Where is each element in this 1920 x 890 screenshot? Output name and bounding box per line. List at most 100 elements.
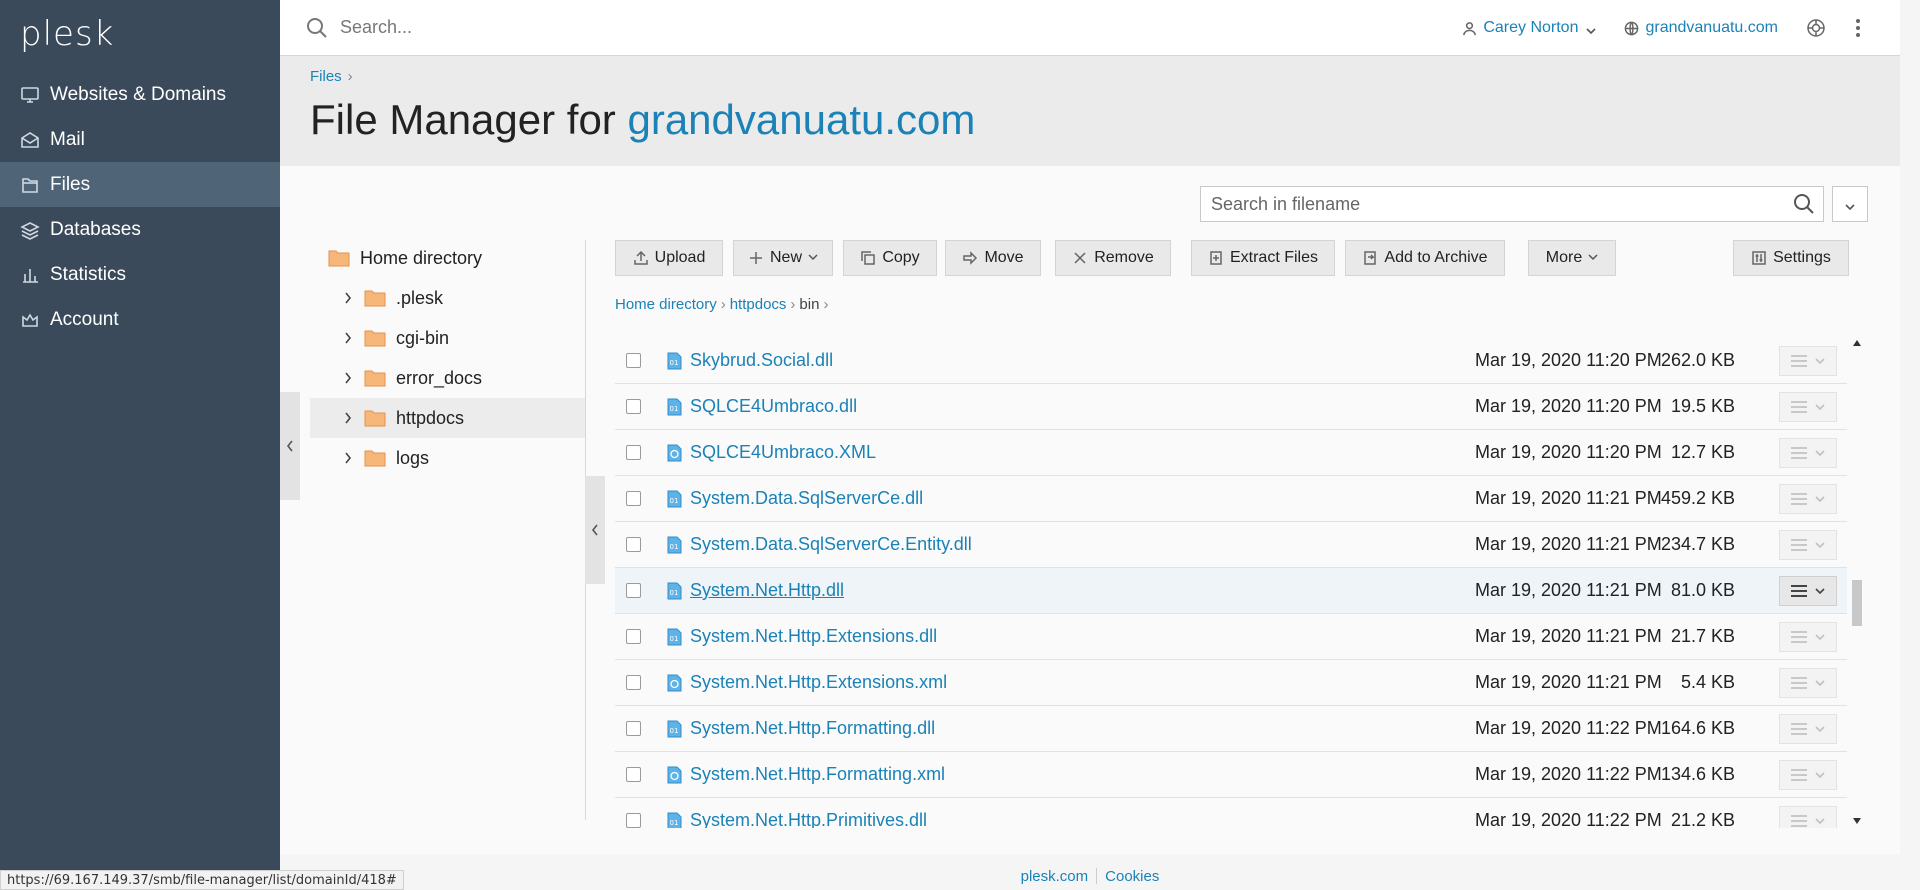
scrollbar-thumb[interactable]	[1852, 580, 1862, 626]
search-options-toggle[interactable]	[1832, 186, 1868, 222]
help-icon[interactable]	[1806, 18, 1826, 38]
row-actions-menu[interactable]	[1779, 667, 1837, 698]
table-row[interactable]: 01 System.Net.Http.Formatting.dll Mar 19, …	[615, 706, 1847, 752]
row-checkbox[interactable]	[626, 537, 641, 552]
row-actions-menu[interactable]	[1779, 437, 1837, 468]
chevron-right-icon[interactable]	[340, 290, 356, 306]
plesk-com-link[interactable]: plesk.com	[1021, 868, 1089, 885]
row-actions-menu[interactable]	[1779, 483, 1837, 514]
table-row[interactable]: 01 System.Data.SqlServerCe.Entity.dll Mar …	[615, 522, 1847, 568]
move-button[interactable]: Move	[945, 240, 1041, 276]
tree-item-home[interactable]: Home directory	[310, 238, 585, 278]
tree-item-cgi-bin[interactable]: cgi-bin	[310, 318, 585, 358]
footer-divider	[1096, 868, 1098, 884]
row-actions-menu[interactable]	[1779, 391, 1837, 422]
tree-item-logs[interactable]: logs	[310, 438, 585, 478]
more-button[interactable]: More	[1528, 240, 1616, 276]
row-checkbox[interactable]	[626, 721, 641, 736]
hamburger-icon	[1791, 400, 1807, 413]
scroll-up-arrow-icon[interactable]	[1853, 340, 1861, 346]
file-name-link[interactable]: System.Data.SqlServerCe.dll	[690, 488, 923, 509]
chevron-right-icon[interactable]	[340, 410, 356, 426]
file-name-link[interactable]: System.Data.SqlServerCe.Entity.dll	[690, 534, 972, 555]
directory-tree: Home directory .plesk cgi-bin error_docs…	[310, 238, 585, 478]
add-to-archive-button[interactable]: Add to Archive	[1345, 240, 1505, 276]
table-row[interactable]: 01 Skybrud.Social.dll Mar 19, 2020 11:20 P…	[615, 338, 1847, 384]
row-actions-menu[interactable]	[1779, 805, 1837, 828]
table-row[interactable]: SQLCE4Umbraco.XML Mar 19, 2020 11:20 PM 12…	[615, 430, 1847, 476]
path-httpdocs-link[interactable]: httpdocs	[730, 296, 787, 313]
file-name-link[interactable]: Skybrud.Social.dll	[690, 350, 833, 371]
archive-label: Add to Archive	[1384, 249, 1488, 266]
row-checkbox[interactable]	[626, 629, 641, 644]
file-name-link[interactable]: System.Net.Http.Extensions.dll	[690, 626, 937, 647]
file-name-link[interactable]: System.Net.Http.Extensions.xml	[690, 672, 947, 693]
tree-item-plesk[interactable]: .plesk	[310, 278, 585, 318]
row-checkbox[interactable]	[626, 813, 641, 828]
domain-link[interactable]: grandvanuatu.com	[1624, 19, 1778, 37]
row-actions-menu[interactable]	[1779, 759, 1837, 790]
table-row[interactable]: 01 System.Net.Http.Primitives.dll Mar 19, …	[615, 798, 1847, 828]
chevron-down-icon	[1815, 403, 1825, 410]
scroll-down-arrow-icon[interactable]	[1853, 818, 1861, 824]
chevron-right-icon[interactable]	[340, 450, 356, 466]
file-size: 234.7 KB	[1660, 534, 1735, 554]
chevron-down-icon	[1586, 23, 1597, 35]
table-row[interactable]: 01 System.Data.SqlServerCe.dll Mar 19, 202…	[615, 476, 1847, 522]
row-checkbox[interactable]	[626, 399, 641, 414]
breadcrumb-files-link[interactable]: Files	[310, 68, 342, 85]
filename-search-input[interactable]	[1201, 193, 1793, 215]
file-name-link[interactable]: System.Net.Http.Formatting.dll	[690, 718, 935, 739]
row-actions-menu[interactable]	[1779, 713, 1837, 744]
file-name-link[interactable]: System.Net.Http.Primitives.dll	[690, 810, 927, 828]
file-name-link[interactable]: SQLCE4Umbraco.XML	[690, 442, 876, 463]
sidebar-item-mail[interactable]: Mail	[0, 117, 280, 162]
search-icon[interactable]	[1793, 193, 1815, 215]
global-search-input[interactable]	[340, 17, 1040, 38]
cookies-link[interactable]: Cookies	[1105, 868, 1159, 885]
tree-item-httpdocs[interactable]: httpdocs	[310, 398, 585, 438]
row-checkbox[interactable]	[626, 353, 641, 368]
table-row[interactable]: 01 System.Net.Http.Extensions.dll Mar 19, …	[615, 614, 1847, 660]
user-menu[interactable]: Carey Norton	[1462, 19, 1597, 37]
sidebar-item-databases[interactable]: Databases	[0, 207, 280, 252]
file-name-link[interactable]: SQLCE4Umbraco.dll	[690, 396, 857, 417]
new-button[interactable]: New	[733, 240, 833, 276]
row-checkbox[interactable]	[626, 491, 641, 506]
path-home-link[interactable]: Home directory	[615, 296, 717, 313]
more-options-icon[interactable]	[1856, 19, 1860, 37]
file-list-scrollbar[interactable]	[1850, 336, 1864, 826]
row-actions-menu[interactable]	[1779, 621, 1837, 652]
sidebar-collapse-handle[interactable]	[280, 392, 300, 500]
sidebar-item-statistics[interactable]: Statistics	[0, 252, 280, 297]
table-row[interactable]: System.Net.Http.Extensions.xml Mar 19, 20…	[615, 660, 1847, 706]
row-checkbox[interactable]	[626, 675, 641, 690]
table-row[interactable]: 01 System.Net.Http.dll Mar 19, 2020 11:21 …	[615, 568, 1847, 614]
row-actions-menu[interactable]	[1779, 575, 1837, 606]
remove-button[interactable]: Remove	[1055, 240, 1171, 276]
tree-collapse-handle[interactable]	[585, 476, 605, 584]
page-title: File Manager for grandvanuatu.com	[310, 96, 975, 144]
sidebar-item-websites-domains[interactable]: Websites & Domains	[0, 72, 280, 117]
sidebar-item-files[interactable]: Files	[0, 162, 280, 207]
row-checkbox[interactable]	[626, 445, 641, 460]
chevron-down-icon	[1815, 679, 1825, 686]
settings-button[interactable]: Settings	[1733, 240, 1849, 276]
plesk-logo[interactable]: plesk	[0, 0, 280, 72]
row-checkbox[interactable]	[626, 767, 641, 782]
copy-button[interactable]: Copy	[843, 240, 937, 276]
extract-files-button[interactable]: Extract Files	[1191, 240, 1335, 276]
table-row[interactable]: 01 SQLCE4Umbraco.dll Mar 19, 2020 11:20 PM…	[615, 384, 1847, 430]
page-title-domain[interactable]: grandvanuatu.com	[627, 96, 975, 143]
row-actions-menu[interactable]	[1779, 529, 1837, 560]
upload-button[interactable]: Upload	[615, 240, 723, 276]
table-row[interactable]: System.Net.Http.Formatting.xml Mar 19, 20…	[615, 752, 1847, 798]
row-actions-menu[interactable]	[1779, 345, 1837, 376]
tree-item-error-docs[interactable]: error_docs	[310, 358, 585, 398]
sidebar-item-account[interactable]: Account	[0, 297, 280, 342]
file-name-link[interactable]: System.Net.Http.Formatting.xml	[690, 764, 945, 785]
chevron-right-icon[interactable]	[340, 370, 356, 386]
file-name-link[interactable]: System.Net.Http.dll	[690, 580, 844, 601]
chevron-right-icon[interactable]	[340, 330, 356, 346]
row-checkbox[interactable]	[626, 583, 641, 598]
